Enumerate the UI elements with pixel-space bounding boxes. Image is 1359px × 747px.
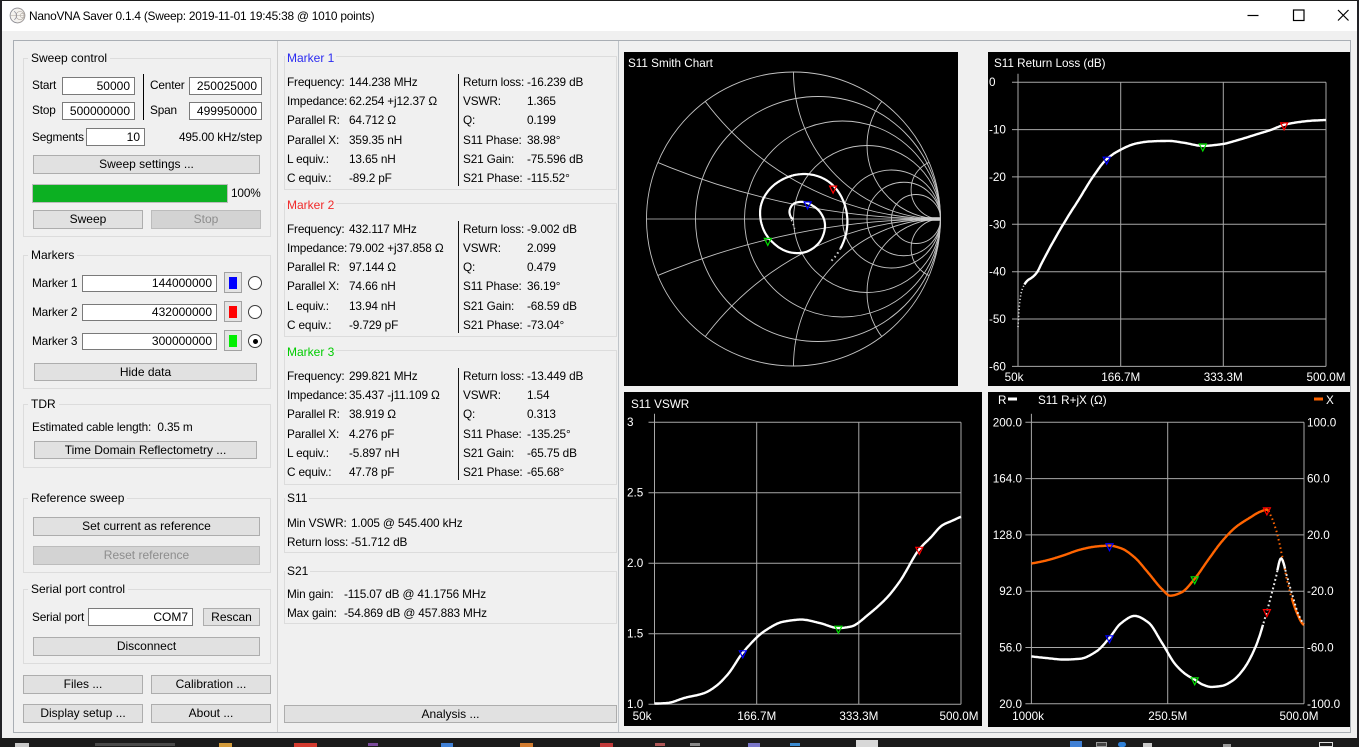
svg-text:164.0: 164.0: [993, 473, 1023, 486]
svg-text:R: R: [998, 394, 1006, 407]
svg-text:S11 R+jX (Ω): S11 R+jX (Ω): [1038, 394, 1107, 407]
svg-text:56.0: 56.0: [999, 642, 1022, 655]
svg-text:60.0: 60.0: [1307, 473, 1330, 486]
svg-text:500.0M: 500.0M: [1280, 710, 1319, 723]
svg-text:-40: -40: [989, 266, 1006, 279]
svg-text:-10: -10: [989, 124, 1006, 137]
svg-text:166.7M: 166.7M: [1101, 371, 1140, 384]
svg-text:166.7M: 166.7M: [737, 710, 776, 723]
svg-text:0: 0: [989, 76, 996, 89]
svg-text:S11 Return Loss (dB): S11 Return Loss (dB): [994, 57, 1106, 70]
svg-text:100.0: 100.0: [1307, 416, 1337, 429]
svg-text:500.0M: 500.0M: [940, 710, 979, 723]
svg-text:20.0: 20.0: [1307, 529, 1330, 542]
svg-text:-50: -50: [989, 313, 1006, 326]
svg-text:2.5: 2.5: [627, 487, 644, 500]
svg-text:-60.0: -60.0: [1307, 642, 1334, 655]
svg-text:50k: 50k: [633, 710, 652, 723]
svg-text:-30: -30: [989, 218, 1006, 231]
svg-text:-20: -20: [989, 171, 1006, 184]
svg-text:-20.0: -20.0: [1307, 585, 1334, 598]
svg-text:-100.0: -100.0: [1307, 698, 1341, 711]
svg-text:2.0: 2.0: [627, 557, 644, 570]
svg-text:333.3M: 333.3M: [839, 710, 878, 723]
svg-text:1.5: 1.5: [627, 628, 644, 641]
svg-text:3: 3: [627, 416, 634, 429]
svg-text:50k: 50k: [1005, 371, 1024, 384]
svg-text:S11 VSWR: S11 VSWR: [631, 398, 689, 411]
svg-text:X: X: [1326, 394, 1334, 407]
svg-text:128.0: 128.0: [993, 529, 1023, 542]
svg-text:250.5M: 250.5M: [1148, 710, 1187, 723]
svg-text:200.0: 200.0: [993, 416, 1023, 429]
svg-text:92.0: 92.0: [999, 585, 1022, 598]
svg-text:500.0M: 500.0M: [1307, 371, 1346, 384]
svg-text:20.0: 20.0: [999, 698, 1022, 711]
svg-text:1000k: 1000k: [1012, 710, 1044, 723]
svg-text:S11 Smith Chart: S11 Smith Chart: [628, 57, 714, 70]
svg-text:333.3M: 333.3M: [1204, 371, 1243, 384]
